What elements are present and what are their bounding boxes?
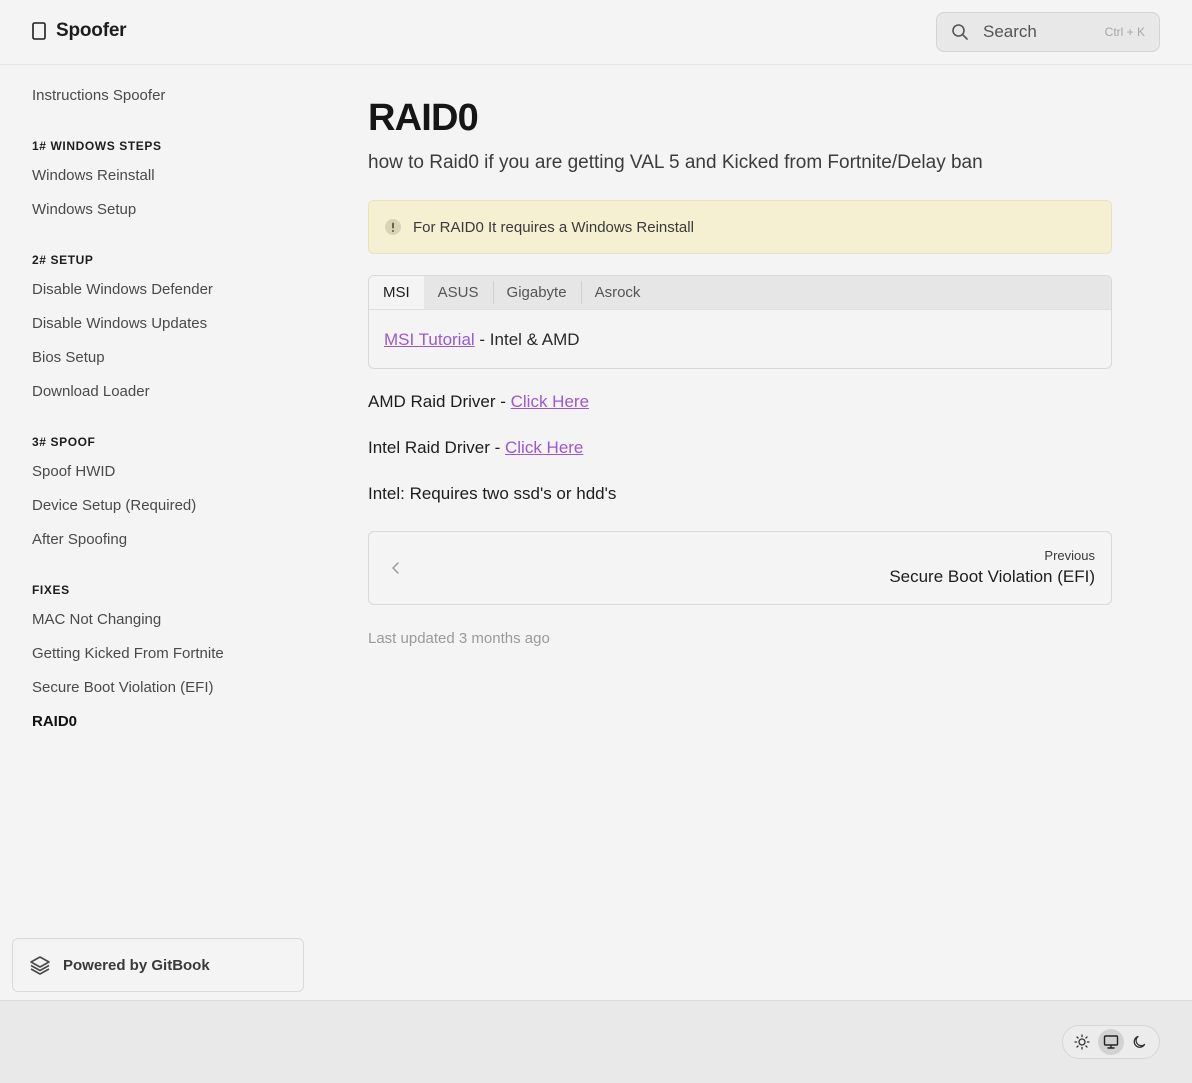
sidebar: Instructions Spoofer 1# WINDOWS STEPS Wi… <box>0 65 320 1000</box>
sidebar-heading-fixes: FIXES <box>32 583 70 597</box>
tab-asrock[interactable]: Asrock <box>580 276 655 309</box>
previous-page-title: Secure Boot Violation (EFI) <box>889 567 1095 586</box>
msi-tutorial-suffix: - Intel & AMD <box>474 330 580 349</box>
search-placeholder: Search <box>983 22 1037 41</box>
sidebar-item-bios-setup[interactable]: Bios Setup <box>32 349 105 366</box>
sidebar-item-raid0[interactable]: RAID0 <box>32 713 77 730</box>
previous-page-card[interactable]: Previous Secure Boot Violation (EFI) <box>368 531 1112 605</box>
top-header: Spoofer Search Ctrl + K <box>0 0 1192 65</box>
intel-raid-driver-line: Intel Raid Driver - Click Here <box>368 438 583 458</box>
gitbook-logo-icon <box>29 954 51 976</box>
moon-icon <box>1133 1035 1146 1048</box>
search-shortcut-hint: Ctrl + K <box>1104 25 1145 39</box>
sidebar-item-disable-windows-updates[interactable]: Disable Windows Updates <box>32 315 207 332</box>
amd-raid-driver-link[interactable]: Click Here <box>511 392 589 411</box>
sidebar-item-getting-kicked[interactable]: Getting Kicked From Fortnite <box>32 645 224 662</box>
search-box[interactable]: Search Ctrl + K <box>936 12 1160 52</box>
hint-warning-box: For RAID0 It requires a Windows Reinstal… <box>368 200 1112 254</box>
monitor-icon <box>1103 1035 1119 1049</box>
motherboard-tabs: MSI ASUS Gigabyte Asrock MSI Tutorial - … <box>368 275 1112 369</box>
exclamation-icon <box>385 219 401 235</box>
sidebar-heading-windows-steps: 1# WINDOWS STEPS <box>32 139 162 153</box>
sidebar-item-secure-boot-violation[interactable]: Secure Boot Violation (EFI) <box>32 679 213 696</box>
tab-asus[interactable]: ASUS <box>424 276 493 309</box>
sidebar-item-windows-setup[interactable]: Windows Setup <box>32 201 136 218</box>
sun-icon <box>1074 1034 1090 1050</box>
powered-by-gitbook-link[interactable]: Powered by GitBook <box>12 938 304 992</box>
sidebar-item-spoof-hwid[interactable]: Spoof HWID <box>32 463 115 480</box>
previous-label: Previous <box>1044 548 1095 563</box>
tab-gigabyte[interactable]: Gigabyte <box>492 276 581 309</box>
page-subtitle: how to Raid0 if you are getting VAL 5 an… <box>368 152 983 173</box>
footer <box>0 1000 1192 1083</box>
tab-msi[interactable]: MSI <box>369 276 424 309</box>
document-icon <box>32 22 46 40</box>
page-title: RAID0 <box>368 97 479 139</box>
sidebar-item-windows-reinstall[interactable]: Windows Reinstall <box>32 167 155 184</box>
tab-bar: MSI ASUS Gigabyte Asrock <box>369 276 1111 310</box>
sidebar-item-instructions-spoofer[interactable]: Instructions Spoofer <box>32 87 165 104</box>
theme-switcher <box>1062 1025 1160 1059</box>
brand-title: Spoofer <box>56 20 127 41</box>
search-icon <box>951 23 969 41</box>
system-theme-button[interactable] <box>1097 1029 1124 1055</box>
sidebar-item-after-spoofing[interactable]: After Spoofing <box>32 531 127 548</box>
brand[interactable]: Spoofer <box>32 20 127 42</box>
sidebar-heading-setup: 2# SETUP <box>32 253 94 267</box>
amd-raid-driver-line: AMD Raid Driver - Click Here <box>368 392 589 412</box>
powered-by-label: Powered by GitBook <box>63 956 210 974</box>
amd-raid-driver-label: AMD Raid Driver - <box>368 392 511 411</box>
sidebar-item-download-loader[interactable]: Download Loader <box>32 383 150 400</box>
msi-tutorial-link[interactable]: MSI Tutorial <box>384 330 475 349</box>
sidebar-heading-spoof: 3# SPOOF <box>32 435 96 449</box>
intel-raid-driver-link[interactable]: Click Here <box>505 438 583 457</box>
intel-requirement-note: Intel: Requires two ssd's or hdd's <box>368 484 617 503</box>
dark-theme-button[interactable] <box>1127 1029 1153 1055</box>
sidebar-item-disable-windows-defender[interactable]: Disable Windows Defender <box>32 281 213 298</box>
sidebar-item-device-setup[interactable]: Device Setup (Required) <box>32 497 196 514</box>
last-updated: Last updated 3 months ago <box>368 630 550 647</box>
light-theme-button[interactable] <box>1069 1029 1095 1055</box>
sidebar-item-mac-not-changing[interactable]: MAC Not Changing <box>32 611 161 628</box>
intel-raid-driver-label: Intel Raid Driver - <box>368 438 505 457</box>
chevron-left-icon <box>389 560 403 576</box>
tab-panel-msi: MSI Tutorial - Intel & AMD <box>369 310 1111 368</box>
hint-text: For RAID0 It requires a Windows Reinstal… <box>413 218 694 236</box>
